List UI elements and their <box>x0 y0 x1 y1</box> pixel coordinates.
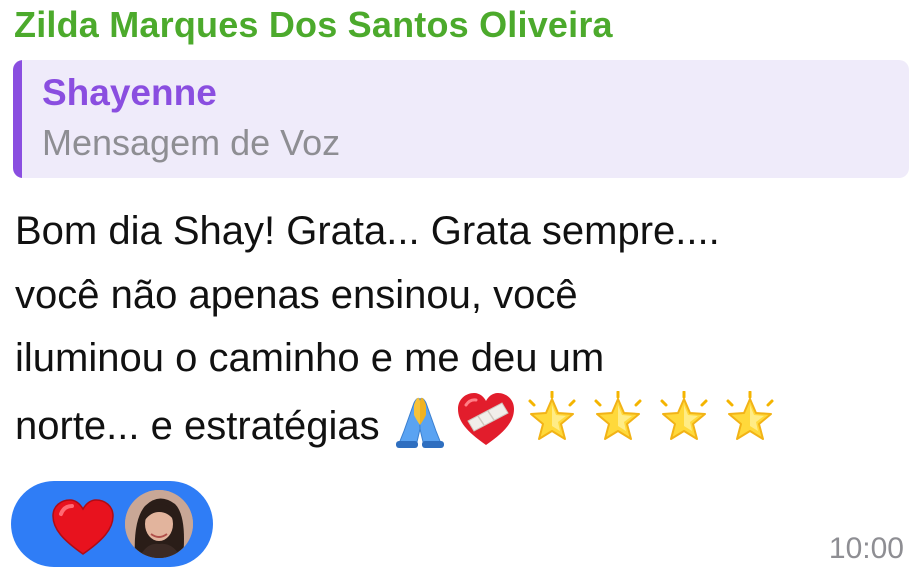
star-icon <box>594 390 642 440</box>
reply-accent-bar <box>13 60 22 178</box>
emoji-row <box>390 390 780 449</box>
reply-author: Shayenne <box>42 72 217 113</box>
star-icon <box>528 390 576 440</box>
message-timestamp: 10:00 <box>828 532 904 565</box>
star-icon <box>660 390 708 440</box>
reply-preview[interactable]: Shayenne Mensagem de Voz <box>13 60 909 178</box>
sender-name[interactable]: Zilda Marques Dos Santos Oliveira <box>14 4 613 46</box>
reaction-pill[interactable] <box>11 481 213 567</box>
message-line: norte... e estratégias <box>15 403 380 448</box>
message-last-line: norte... e estratégias <box>15 390 910 459</box>
message-line: Bom dia Shay! Grata... Grata sempre.... <box>15 209 720 253</box>
message-line: você não apenas ensinou, você <box>15 272 578 317</box>
message-text: Bom dia Shay! Grata... Grata sempre.... … <box>15 200 910 458</box>
heart-icon <box>52 499 114 555</box>
avatar-photo <box>125 490 193 558</box>
message-bubble[interactable]: Zilda Marques Dos Santos Oliveira Shayen… <box>0 0 924 582</box>
avatar[interactable] <box>125 490 193 558</box>
reply-preview-text: Mensagem de Voz <box>42 122 341 163</box>
mending-heart-icon <box>457 392 514 445</box>
pray-icon <box>395 397 444 448</box>
message-line: iluminou o caminho e me deu um <box>15 336 605 380</box>
star-icon <box>726 390 774 440</box>
